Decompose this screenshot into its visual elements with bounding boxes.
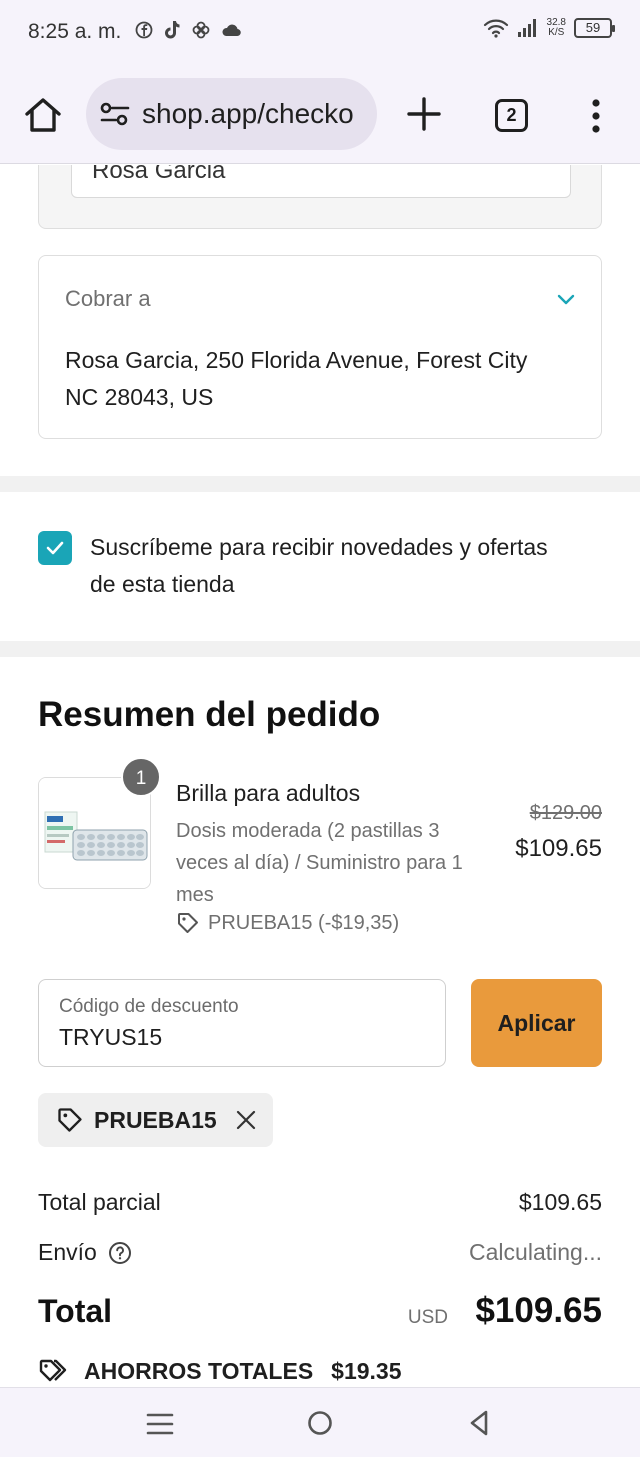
newsletter-checkbox[interactable] [38, 531, 72, 565]
order-summary-title: Resumen del pedido [38, 695, 381, 734]
signal-icon [517, 19, 536, 37]
shipping-card: Rosa Garcia [38, 165, 602, 229]
billing-address-line1: Rosa Garcia, 250 Florida Avenue, Forest … [65, 347, 528, 373]
apply-button[interactable]: Aplicar [471, 979, 602, 1067]
site-settings-icon[interactable] [100, 101, 130, 127]
billing-address-card[interactable]: Cobrar a Rosa Garcia, 250 Florida Avenue… [38, 255, 602, 439]
savings-tag-icon [39, 1359, 67, 1382]
network-speed: 32.8 K/S [547, 18, 566, 38]
home-circle-icon[interactable] [307, 1410, 333, 1436]
billing-address: Rosa Garcia, 250 Florida Avenue, Forest … [65, 342, 575, 416]
subtotal-value: $109.65 [518, 1189, 602, 1215]
product-discount: PRUEBA15 (-$19,35) [176, 911, 399, 935]
newsletter-text-line2: de esta tienda [90, 571, 235, 597]
product-variant-line2: veces al día) / Suministro para 1 [176, 852, 463, 874]
total-currency: USD [407, 1307, 448, 1328]
product-variant-line1: Dosis moderada (2 pastillas 3 [176, 820, 440, 842]
pinwheel-icon [192, 21, 210, 39]
status-time: 8:25 a. m. [28, 20, 122, 43]
home-icon[interactable] [22, 94, 64, 136]
applied-discount-chip: PRUEBA15 [38, 1093, 273, 1147]
applied-discount-code: PRUEBA15 [94, 1106, 217, 1133]
battery-icon: 59 [574, 18, 615, 38]
shipping-value: Calculating... [469, 1239, 602, 1265]
product-name: Brilla para adultos [176, 780, 361, 806]
close-icon[interactable] [235, 1109, 257, 1131]
discount-code-value: TRYUS15 [59, 1024, 163, 1050]
address-bar[interactable]: shop.app/checko [86, 78, 377, 150]
subtotal-label: Total parcial [38, 1189, 161, 1215]
final-price: $109.65 [515, 835, 602, 862]
shipping-label: Envío [38, 1239, 97, 1265]
total-value: $109.65 [475, 1291, 602, 1330]
more-icon[interactable] [584, 96, 608, 136]
name-field[interactable]: Rosa Garcia [71, 165, 571, 198]
newsletter-text-line1: Suscríbeme para recibir novedades y ofer… [90, 534, 548, 560]
newsletter-text: Suscríbeme para recibir novedades y ofer… [90, 529, 600, 603]
total-label: Total [38, 1293, 113, 1329]
product-variant-line3: mes [176, 884, 214, 906]
status-bar: 8:25 a. m. 32.8 K/S 59 [0, 0, 640, 66]
section-divider [0, 641, 640, 657]
system-navigation-bar [0, 1387, 640, 1457]
newsletter-option: Suscríbeme para recibir novedades y ofer… [38, 529, 602, 609]
back-icon[interactable] [468, 1409, 490, 1437]
tag-icon [178, 913, 198, 933]
recents-icon[interactable] [146, 1412, 174, 1436]
section-divider [0, 476, 640, 492]
chevron-down-icon[interactable] [557, 294, 575, 306]
cloud-icon [222, 24, 241, 37]
help-icon[interactable] [108, 1241, 132, 1265]
checkout-page: Rosa Garcia Cobrar a Rosa Garcia, 250 Fl… [0, 165, 640, 1387]
total-savings-label: AHORROS TOTALES [84, 1357, 314, 1384]
discount-code-label: Código de descuento [59, 996, 239, 1017]
tag-icon [58, 1108, 82, 1132]
browser-toolbar: shop.app/checko 2 [0, 66, 640, 164]
original-price: $129.00 [529, 802, 602, 824]
network-speed-unit: K/S [548, 27, 565, 38]
discount-code-input[interactable]: Código de descuento TRYUS15 [38, 979, 446, 1067]
system-icons: 32.8 K/S 59 [483, 18, 615, 38]
quantity-badge: 1 [121, 757, 161, 797]
product-discount-text: PRUEBA15 (-$19,35) [208, 911, 400, 934]
total-savings: AHORROS TOTALES $19.35 [38, 1357, 402, 1385]
notification-icons [135, 20, 241, 40]
name-field-value: Rosa Garcia [92, 165, 226, 184]
total-savings-value: $19.35 [331, 1357, 402, 1384]
tabs-icon[interactable]: 2 [495, 99, 528, 132]
checkmark-icon [46, 541, 64, 555]
facebook-icon [135, 21, 153, 39]
tiktok-icon [165, 21, 180, 39]
url-text: shop.app/checko [142, 98, 354, 129]
wifi-icon [483, 19, 508, 38]
billing-label: Cobrar a [65, 286, 151, 311]
billing-address-line2: NC 28043, US [65, 384, 214, 410]
new-tab-icon[interactable] [404, 94, 444, 134]
product-variant: Dosis moderada (2 pastillas 3 veces al d… [176, 815, 491, 911]
